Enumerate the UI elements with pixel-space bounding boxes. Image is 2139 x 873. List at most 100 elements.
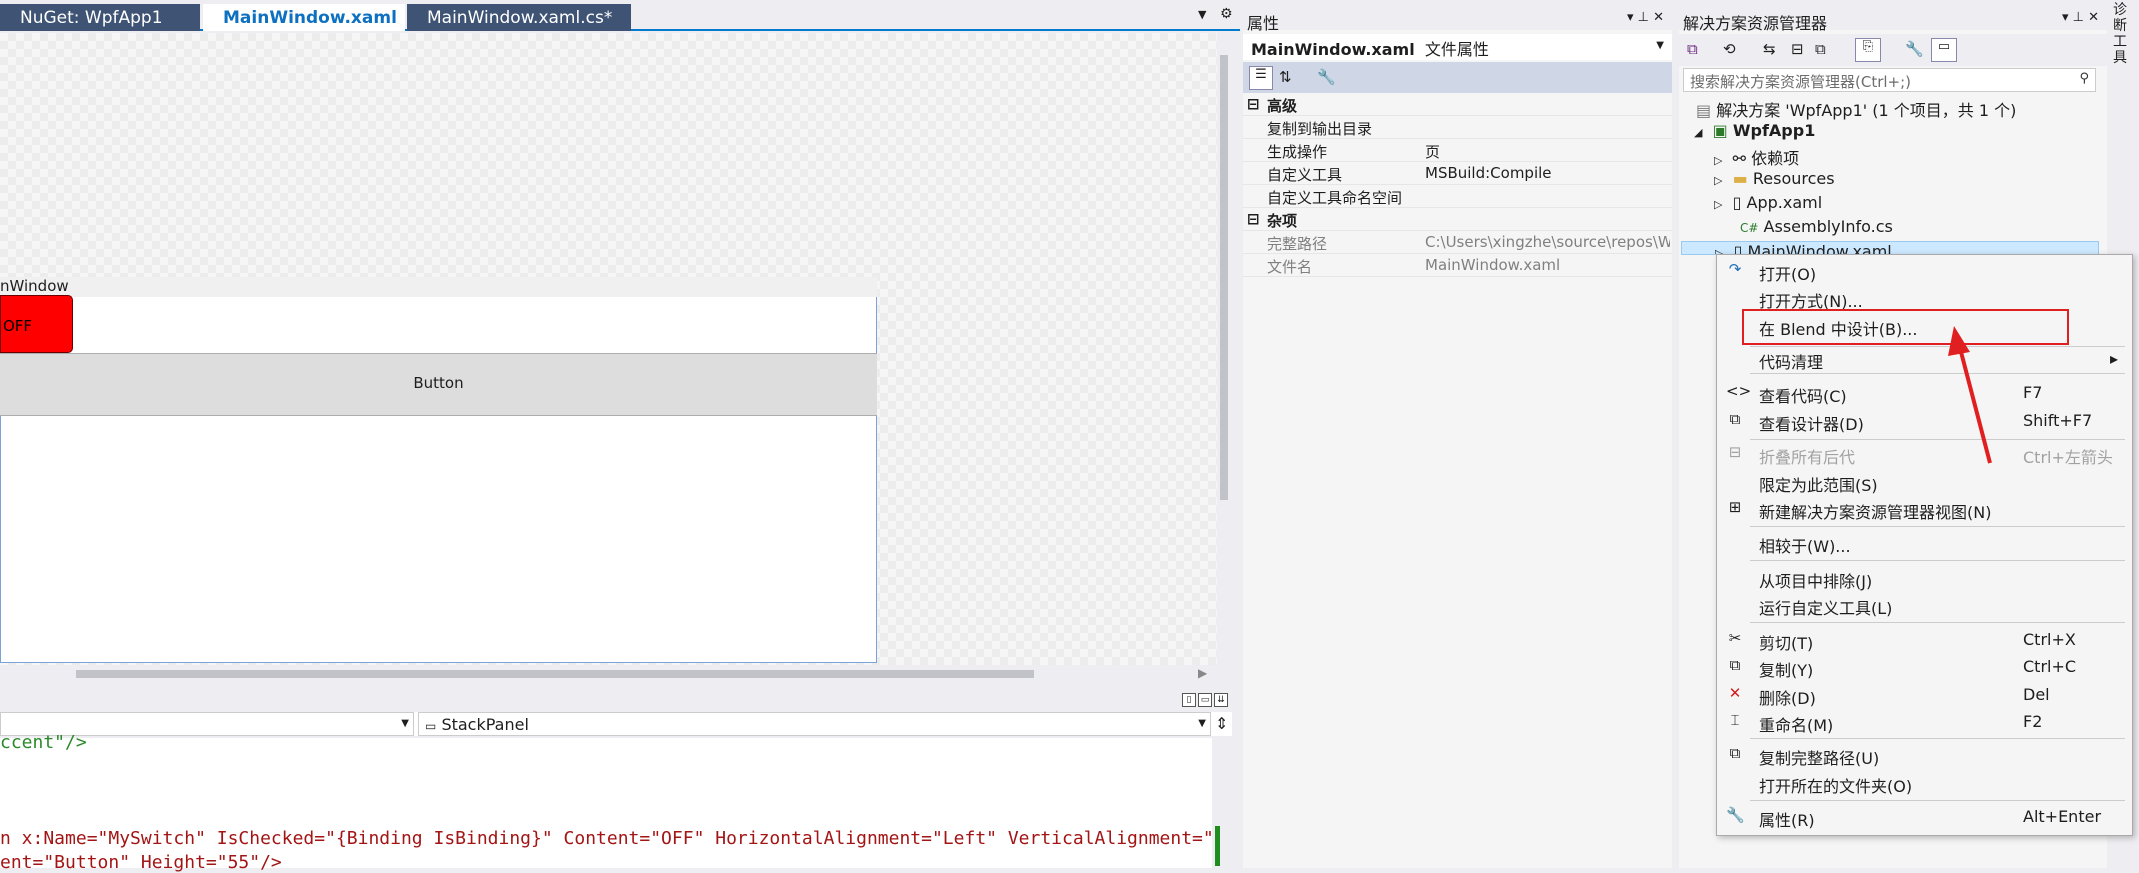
menu-item-copy-full-path[interactable]: ⧉ 复制完整路径(U) (1716, 742, 2133, 769)
property-row[interactable]: 文件名 MainWindow.xaml (1243, 254, 1672, 277)
wrench-icon[interactable]: 🔧 (1317, 68, 1336, 86)
menu-item-copy[interactable]: ⧉ 复制(Y) Ctrl+C (1716, 654, 2133, 681)
split-handle-icon[interactable]: ⇕ (1215, 714, 1228, 733)
panel-window-controls[interactable]: ▾ ⊥ ✕ (2062, 10, 2099, 25)
menu-item-exclude[interactable]: 从项目中排除(J) (1716, 565, 2133, 592)
menu-separator (1750, 526, 2125, 527)
tree-item-assemblyinfo[interactable]: C# AssemblyInfo.cs (1740, 217, 1893, 241)
category-misc[interactable]: ⊟ 杂项 (1243, 208, 1672, 231)
switch-toggle-preview[interactable]: OFF (0, 295, 73, 353)
tree-item-app-xaml[interactable]: ▷ ▯ App.xaml (1714, 193, 1822, 217)
category-advanced[interactable]: ⊟ 高级 (1243, 93, 1672, 116)
solution-icon: ▤ (1696, 101, 1712, 120)
expand-icon[interactable]: ▷ (1714, 198, 1722, 211)
property-name: 完整路径 (1267, 235, 1328, 253)
property-value[interactable]: C:\Users\xingzhe\source\repos\W (1425, 233, 1670, 251)
filter-icon[interactable]: ⎘ (1855, 38, 1881, 62)
menu-item-open-folder[interactable]: 打开所在的文件夹(O) (1716, 770, 2133, 797)
menu-item-view-designer[interactable]: ⧉ 查看设计器(D) Shift+F7 (1716, 408, 2133, 435)
property-row[interactable]: 生成操作 页 (1243, 139, 1672, 162)
expand-icon[interactable]: ▷ (1714, 174, 1722, 187)
button-preview[interactable]: Button (0, 353, 877, 416)
menu-item-compare-with[interactable]: 相较于(W)... (1716, 530, 2133, 557)
sync-icon[interactable]: ⇆ (1763, 40, 1776, 58)
property-row[interactable]: 完整路径 C:\Users\xingzhe\source\repos\W (1243, 231, 1672, 254)
property-name: 复制到输出目录 (1267, 120, 1373, 138)
gear-icon[interactable]: ⚙ (1220, 6, 1233, 22)
menu-label: 从项目中排除(J) (1759, 572, 1873, 591)
menu-item-delete[interactable]: ✕ 删除(D) Del (1716, 682, 2133, 709)
search-icon[interactable]: ⚲ (2079, 71, 2089, 86)
menu-separator (1750, 622, 2125, 623)
menu-item-collapse-descendants[interactable]: ⊟ 折叠所有后代 Ctrl+左箭头 (1716, 441, 2133, 468)
collapse-icon: ⊟ (1728, 443, 1742, 461)
menu-item-view-code[interactable]: <> 查看代码(C) F7 (1716, 380, 2133, 407)
tab-mainwindow-xaml[interactable]: MainWindow.xaml⊣✕ (203, 4, 444, 31)
menu-item-new-explorer-view[interactable]: ⊞ 新建解决方案资源管理器视图(N) (1716, 496, 2133, 523)
split-horizontal-icon[interactable]: ▭ (1198, 693, 1212, 707)
designer-window-preview[interactable] (0, 277, 877, 663)
menu-shortcut: Ctrl+X (2023, 630, 2076, 649)
expand-icon[interactable]: ▷ (1714, 154, 1722, 167)
menu-label: 限定为此范围(S) (1759, 476, 1878, 495)
editor-scrollbar[interactable] (1212, 738, 1232, 868)
tab-dropdown-icon[interactable]: ▼ (1198, 8, 1206, 21)
expand-icon[interactable]: ◢ (1694, 126, 1702, 139)
preview-icon[interactable]: ▭ (1931, 38, 1957, 62)
history-icon[interactable]: ⟲ (1723, 40, 1736, 58)
tree-item-mainwindow-selected[interactable]: ▷ ▯ MainWindow.xaml (1681, 241, 2099, 255)
document-tab-strip: NuGet: WpfApp1 MainWindow.xaml⊣✕ MainWin… (0, 0, 1240, 31)
element-combo[interactable]: ▭ StackPanel ▼ (418, 712, 1211, 736)
menu-separator (1750, 738, 2125, 739)
menu-item-cut[interactable]: ✂ 剪切(T) Ctrl+X (1716, 627, 2133, 654)
menu-item-run-custom-tool[interactable]: 运行自定义工具(L) (1716, 592, 2133, 619)
property-row[interactable]: 自定义工具命名空间 (1243, 185, 1672, 208)
wrench-icon[interactable]: 🔧 (1905, 40, 1924, 58)
panel-window-controls[interactable]: ▾ ⊥ ✕ (1627, 10, 1664, 25)
menu-item-open[interactable]: ↷ 打开(O) (1716, 258, 2133, 285)
solution-search-input[interactable]: 搜索解决方案资源管理器(Ctrl+;) ⚲ (1683, 68, 2096, 92)
code-editor[interactable]: ccent"/> n x:Name="MySwitch" IsChecked="… (0, 732, 1214, 873)
collapse-icon[interactable]: ⊟ (1247, 210, 1260, 228)
property-row[interactable]: 自定义工具 MSBuild:Compile (1243, 162, 1672, 185)
menu-item-properties[interactable]: 🔧 属性(R) Alt+Enter (1716, 804, 2133, 831)
menu-item-scope-to-this[interactable]: 限定为此范围(S) (1716, 469, 2133, 496)
property-value[interactable]: 页 (1425, 141, 1670, 162)
designer-horizontal-scroll-thumb[interactable] (76, 670, 1034, 678)
sort-alpha-icon[interactable]: ⇅ (1279, 68, 1292, 86)
tree-item-project[interactable]: ◢ ▣ WpfApp1 (1694, 121, 1815, 145)
rename-icon: ⌶ (1730, 711, 1740, 729)
scissors-icon: ✂ (1728, 629, 1742, 647)
menu-item-code-cleanup[interactable]: 代码清理 ▸ (1716, 346, 2133, 373)
menu-label: 代码清理 (1759, 353, 1824, 372)
tree-item-label: 解决方案 'WpfApp1' (1 个项目，共 1 个) (1716, 101, 2017, 120)
tree-item-solution[interactable]: ▤ 解决方案 'WpfApp1' (1 个项目，共 1 个) (1696, 97, 2016, 121)
scroll-right-icon[interactable]: ▶ (1198, 666, 1207, 680)
collapse-icon[interactable]: ⊟ (1247, 95, 1260, 113)
menu-label: 新建解决方案资源管理器视图(N) (1759, 503, 1992, 522)
property-name: 自定义工具 (1267, 166, 1343, 184)
menu-item-rename[interactable]: ⌶ 重命名(M) F2 (1716, 709, 2133, 736)
tree-item-dependencies[interactable]: ▷ ⚯ 依赖项 (1714, 145, 1799, 169)
tab-mainwindow-cs[interactable]: MainWindow.xaml.cs* (407, 4, 631, 31)
folder-icon: ▬ (1732, 169, 1748, 188)
tab-nuget[interactable]: NuGet: WpfApp1 (0, 4, 200, 31)
show-all-files-icon[interactable]: ⧉ (1815, 40, 1826, 58)
collapse-all-icon[interactable]: ⊟ (1791, 40, 1804, 58)
menu-separator (1750, 800, 2125, 801)
categorized-icon[interactable]: ☰ (1249, 66, 1273, 90)
property-value[interactable]: MainWindow.xaml (1425, 256, 1670, 274)
tree-item-label: App.xaml (1746, 193, 1823, 212)
designer-vertical-scroll-thumb[interactable] (1220, 55, 1228, 500)
chevron-down-icon[interactable]: ▼ (1656, 40, 1664, 51)
switch-views-icon[interactable]: ⧉ (1687, 40, 1698, 58)
split-vertical-icon[interactable]: ▯ (1182, 693, 1196, 707)
property-value[interactable]: MSBuild:Compile (1425, 164, 1670, 182)
tree-item-resources[interactable]: ▷ ▬ Resources (1714, 169, 1835, 193)
designer-window-title: nWindow (0, 277, 877, 297)
collapse-pane-icon[interactable]: ⇊ (1214, 693, 1228, 707)
menu-item-open-with[interactable]: 打开方式(N)... (1716, 285, 2133, 312)
property-row[interactable]: 复制到输出目录 (1243, 116, 1672, 139)
tab-label: MainWindow.xaml (223, 8, 397, 28)
tree-item-label: AssemblyInfo.cs (1763, 217, 1893, 236)
